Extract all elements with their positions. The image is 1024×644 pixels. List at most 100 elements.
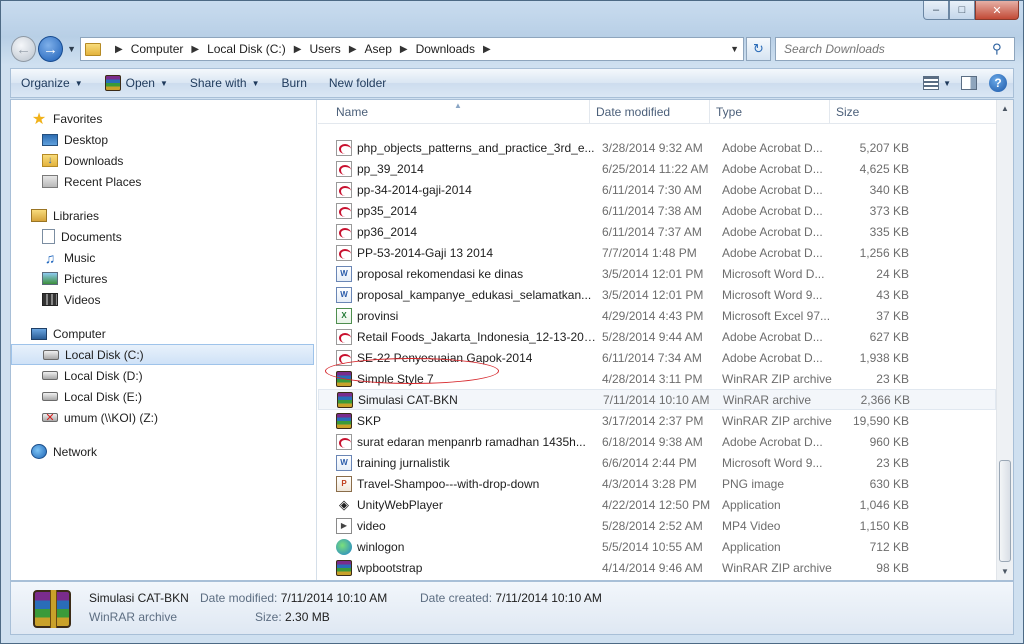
nav-recent-places[interactable]: Recent Places bbox=[11, 171, 316, 192]
nav-network[interactable]: Network bbox=[11, 441, 316, 462]
file-name-cell[interactable]: Simple Style 7 bbox=[318, 370, 596, 387]
table-row[interactable]: P Travel-Shampoo---with-drop-down 4/3/2014… bbox=[318, 473, 996, 494]
file-name-cell[interactable]: Xprovinsi bbox=[318, 307, 596, 324]
close-button[interactable]: ✕ bbox=[975, 1, 1019, 20]
search-box[interactable]: ⚲ bbox=[775, 37, 1016, 61]
vertical-scrollbar[interactable]: ▲ ▼ bbox=[996, 100, 1013, 580]
forward-button[interactable]: → bbox=[38, 36, 64, 62]
file-name-cell[interactable]: Retail Foods_Jakarta_Indonesia_12-13-201… bbox=[318, 328, 596, 345]
nav-desktop[interactable]: Desktop bbox=[11, 129, 316, 150]
breadcrumb-local-disk-c[interactable]: Local Disk (C:) bbox=[207, 42, 286, 56]
file-name-cell[interactable]: Wproposal rekomendasi ke dinas bbox=[318, 265, 596, 282]
table-row[interactable]: Wproposal_kampanye_edukasi_selamatkan...… bbox=[318, 284, 996, 305]
column-header-size[interactable]: Size bbox=[830, 100, 907, 123]
table-row[interactable]: pp36_2014 6/11/2014 7:37 AM Adobe Acrobat … bbox=[318, 221, 996, 242]
breadcrumb-computer[interactable]: Computer bbox=[131, 42, 184, 56]
file-name-cell[interactable]: wpbootstrap bbox=[318, 559, 596, 576]
nav-local-disk-d[interactable]: Local Disk (D:) bbox=[11, 365, 316, 386]
file-name-cell[interactable]: Simulasi CAT-BKN bbox=[319, 391, 597, 408]
nav-local-disk-c[interactable]: Local Disk (C:) bbox=[11, 344, 314, 365]
table-row[interactable]: SKP 3/17/2014 2:37 PM WinRAR ZIP archive 19… bbox=[318, 410, 996, 431]
refresh-button[interactable]: ↻ bbox=[745, 37, 772, 61]
table-row[interactable]: SE-22 Penyesuaian Gapok-2014 6/11/2014 7:… bbox=[318, 347, 996, 368]
maximize-button[interactable]: □ bbox=[949, 1, 975, 20]
file-name-cell[interactable]: surat edaran menpanrb ramadhan 1435h... bbox=[318, 433, 596, 450]
file-name-cell[interactable]: pp_39_2014 bbox=[318, 160, 596, 177]
open-button[interactable]: Open ▼ bbox=[104, 75, 168, 91]
back-button[interactable]: ← bbox=[11, 36, 37, 62]
breadcrumb-users[interactable]: Users bbox=[309, 42, 340, 56]
table-row[interactable]: pp_39_2014 6/25/2014 11:22 AM Adobe Acroba… bbox=[318, 158, 996, 179]
table-row[interactable]: PP-53-2014-Gaji 13 2014 7/7/2014 1:48 PM A… bbox=[318, 242, 996, 263]
nav-libraries[interactable]: Libraries bbox=[11, 205, 316, 226]
column-header-name[interactable]: ▲ Name bbox=[318, 100, 590, 123]
share-with-menu[interactable]: Share with ▼ bbox=[190, 76, 260, 90]
file-name-cell[interactable]: PP-53-2014-Gaji 13 2014 bbox=[318, 244, 596, 261]
file-name-cell[interactable]: php_objects_patterns_and_practice_3rd_e.… bbox=[318, 139, 596, 156]
nav-computer[interactable]: Computer bbox=[11, 323, 316, 344]
chevron-right-icon[interactable]: ▶ bbox=[400, 44, 408, 55]
burn-button[interactable]: Burn bbox=[282, 76, 307, 90]
table-row[interactable]: pp-34-2014-gaji-2014 6/11/2014 7:30 AM Ado… bbox=[318, 179, 996, 200]
minimize-button[interactable]: – bbox=[923, 1, 949, 20]
file-name-cell[interactable]: Wtraining jurnalistik bbox=[318, 454, 596, 471]
file-name-cell[interactable]: ◈ UnityWebPlayer bbox=[318, 496, 596, 513]
view-options-dropdown-icon[interactable]: ▼ bbox=[943, 79, 951, 88]
nav-local-disk-e[interactable]: Local Disk (E:) bbox=[11, 386, 316, 407]
file-date-modified: 4/29/2014 4:43 PM bbox=[602, 308, 704, 323]
file-name-cell[interactable]: SKP bbox=[318, 412, 596, 429]
file-name-cell[interactable]: pp35_2014 bbox=[318, 202, 596, 219]
table-row[interactable]: ▶ video 5/28/2014 2:52 AM MP4 Video 1,150 KB bbox=[318, 515, 996, 536]
chevron-right-icon[interactable]: ▶ bbox=[349, 44, 357, 55]
file-name-cell[interactable]: SE-22 Penyesuaian Gapok-2014 bbox=[318, 349, 596, 366]
table-row[interactable]: xampp-win32-1.8.3-3-VC11-installer4/1/20… bbox=[318, 578, 996, 580]
table-row[interactable]: wpbootstrap 4/14/2014 9:46 AM WinRAR ZIP a… bbox=[318, 557, 996, 578]
nav-music[interactable]: ♫ Music bbox=[11, 247, 316, 268]
table-row[interactable]: pp35_2014 6/11/2014 7:38 AM Adobe Acrobat … bbox=[318, 200, 996, 221]
file-name-cell[interactable]: pp36_2014 bbox=[318, 223, 596, 240]
table-row[interactable]: ◈ UnityWebPlayer 4/22/2014 12:50 PM Applica… bbox=[318, 494, 996, 515]
nav-pictures[interactable]: Pictures bbox=[11, 268, 316, 289]
change-view-icon[interactable] bbox=[923, 76, 940, 90]
file-name: video bbox=[357, 518, 386, 533]
column-header-date-modified[interactable]: Date modified bbox=[590, 100, 710, 123]
help-icon[interactable]: ? bbox=[989, 74, 1007, 92]
recent-pages-dropdown-icon[interactable]: ▼ bbox=[67, 44, 76, 54]
table-row[interactable]: Retail Foods_Jakarta_Indonesia_12-13-201… bbox=[318, 326, 996, 347]
file-name-cell[interactable]: winlogon bbox=[318, 538, 596, 555]
nav-videos[interactable]: Videos bbox=[11, 289, 316, 310]
nav-downloads[interactable]: ↓ Downloads bbox=[11, 150, 316, 171]
breadcrumb-downloads[interactable]: Downloads bbox=[416, 42, 475, 56]
table-row[interactable]: winlogon 5/5/2014 10:55 AM Application 712 … bbox=[318, 536, 996, 557]
column-header-type[interactable]: Type bbox=[710, 100, 830, 123]
table-row[interactable]: Wtraining jurnalistik 6/6/2014 2:44 PM Mic… bbox=[318, 452, 996, 473]
new-folder-button[interactable]: New folder bbox=[329, 76, 386, 90]
search-input[interactable] bbox=[782, 41, 993, 57]
table-row[interactable]: Simple Style 7 4/28/2014 3:11 PM WinRAR ZI… bbox=[318, 368, 996, 389]
table-row[interactable]: surat edaran menpanrb ramadhan 1435h... 6… bbox=[318, 431, 996, 452]
scrollbar-thumb[interactable] bbox=[999, 460, 1011, 562]
chevron-right-icon[interactable]: ▶ bbox=[483, 44, 491, 55]
scroll-up-icon[interactable]: ▲ bbox=[997, 100, 1013, 117]
nav-favorites[interactable]: ★ Favorites bbox=[11, 108, 316, 129]
search-icon[interactable]: ⚲ bbox=[992, 41, 1002, 57]
table-row[interactable]: Wproposal rekomendasi ke dinas 3/5/2014 1… bbox=[318, 263, 996, 284]
preview-pane-icon[interactable] bbox=[961, 76, 977, 90]
file-name-cell[interactable]: pp-34-2014-gaji-2014 bbox=[318, 181, 596, 198]
table-row[interactable]: Simulasi CAT-BKN 7/11/2014 10:10 AM WinRAR… bbox=[318, 389, 996, 410]
chevron-right-icon[interactable]: ▶ bbox=[191, 44, 199, 55]
organize-menu[interactable]: Organize ▼ bbox=[21, 76, 83, 90]
breadcrumb-asep[interactable]: Asep bbox=[365, 42, 392, 56]
file-name-cell[interactable]: Wproposal_kampanye_edukasi_selamatkan... bbox=[318, 286, 596, 303]
table-row[interactable]: php_objects_patterns_and_practice_3rd_e.… bbox=[318, 137, 996, 158]
nav-documents[interactable]: Documents bbox=[11, 226, 316, 247]
scroll-down-icon[interactable]: ▼ bbox=[997, 563, 1013, 580]
address-bar[interactable]: ▶ Computer ▶ Local Disk (C:) ▶ Users ▶ A… bbox=[79, 37, 744, 61]
chevron-right-icon[interactable]: ▶ bbox=[115, 44, 123, 55]
address-dropdown-icon[interactable]: ▼ bbox=[730, 44, 739, 54]
nav-network-drive-z[interactable]: ✕ umum (\\KOI) (Z:) bbox=[11, 407, 316, 428]
chevron-right-icon[interactable]: ▶ bbox=[294, 44, 302, 55]
file-name-cell[interactable]: P Travel-Shampoo---with-drop-down bbox=[318, 475, 596, 492]
table-row[interactable]: Xprovinsi 4/29/2014 4:43 PM Microsoft Exce… bbox=[318, 305, 996, 326]
file-name-cell[interactable]: ▶ video bbox=[318, 517, 596, 534]
